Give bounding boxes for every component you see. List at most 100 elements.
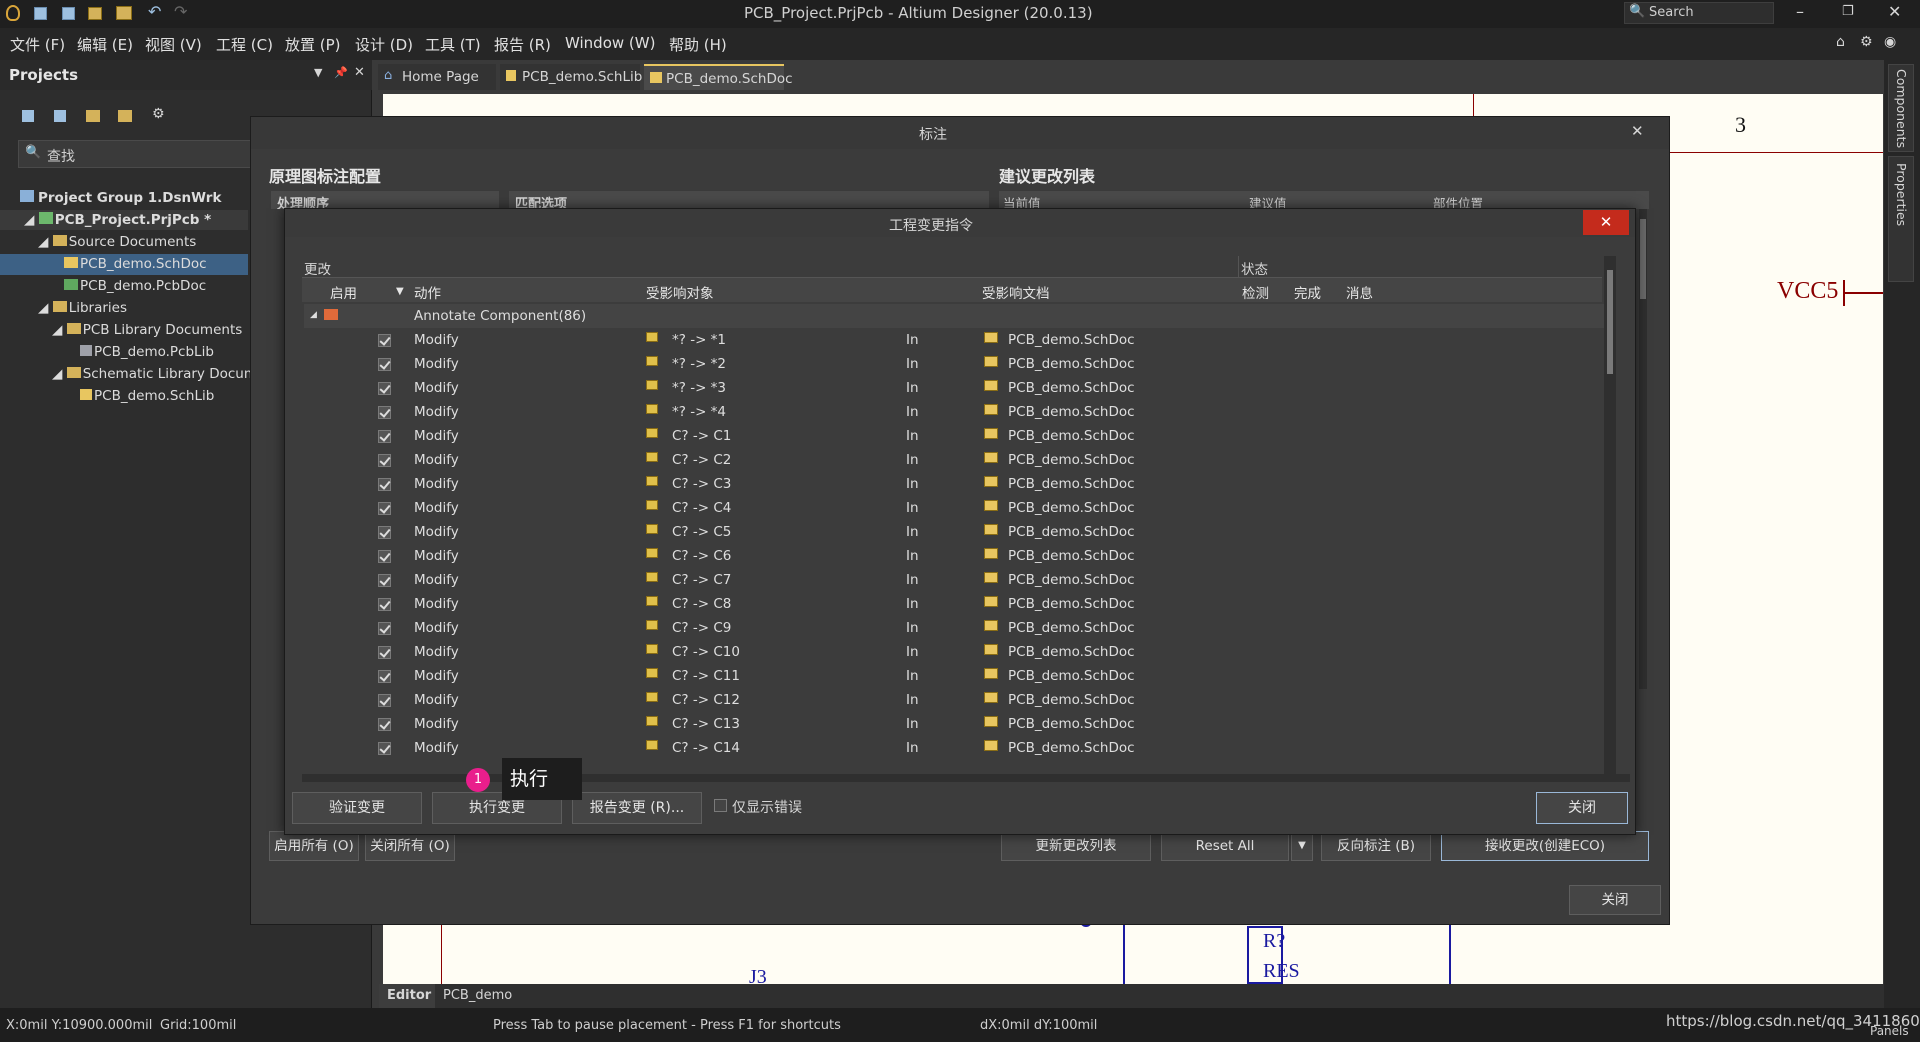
table-row[interactable]: Modify C? -> C8 In PCB_demo.SchDoc (304, 592, 1604, 616)
tree-item-libraries[interactable]: ◢ Libraries (38, 300, 127, 316)
table-row[interactable]: Modify C? -> C9 In PCB_demo.SchDoc (304, 616, 1604, 640)
menu-view[interactable]: 视图 (V) (145, 34, 202, 55)
tree-item-schlib[interactable]: PCB_demo.SchLib (80, 388, 214, 404)
tree-item-group[interactable]: Project Group 1.DsnWrk (20, 190, 221, 206)
tree-item-schlib-folder[interactable]: ◢ Schematic Library Documer (52, 366, 271, 382)
enable-checkbox[interactable] (378, 358, 391, 371)
tree-item-pcblib-folder[interactable]: ◢ PCB Library Documents (52, 322, 242, 338)
col-affected-object[interactable]: 受影响对象 (646, 282, 714, 302)
enable-checkbox[interactable] (378, 526, 391, 539)
scroll-thumb[interactable] (1607, 270, 1613, 374)
save-icon[interactable] (34, 7, 47, 20)
tree-item-source-docs[interactable]: ◢ Source Documents (38, 234, 196, 250)
redo-icon[interactable]: ↷ (174, 2, 187, 21)
table-row[interactable]: Modify C? -> C10 In PCB_demo.SchDoc (304, 640, 1604, 664)
open-file-icon[interactable] (116, 6, 132, 20)
only-errors-checkbox[interactable] (714, 799, 727, 812)
enable-checkbox[interactable] (378, 742, 391, 755)
col-check[interactable]: 检测 (1242, 282, 1269, 302)
properties-tab[interactable]: Properties (1888, 156, 1914, 282)
enable-checkbox[interactable] (378, 718, 391, 731)
enable-checkbox[interactable] (378, 694, 391, 707)
save-all-icon[interactable] (62, 7, 75, 20)
update-list-button[interactable]: 更新更改列表 (1001, 831, 1151, 861)
disable-all-button[interactable]: 关闭所有 (O) (365, 831, 455, 861)
panels-button[interactable]: Panels (1870, 1024, 1909, 1038)
table-row[interactable]: Modify C? -> C7 In PCB_demo.SchDoc (304, 568, 1604, 592)
minimize-icon[interactable]: – (1796, 2, 1804, 21)
maximize-icon[interactable]: ❐ (1842, 4, 1854, 19)
tree-item-pcbdoc[interactable]: PCB_demo.PcbDoc (64, 278, 206, 294)
scrollbar[interactable] (1639, 209, 1647, 689)
tab-schlib[interactable]: PCB_demo.SchLib (500, 64, 642, 90)
table-row[interactable]: Modify C? -> C6 In PCB_demo.SchDoc (304, 544, 1604, 568)
menu-edit[interactable]: 编辑 (E) (77, 34, 133, 55)
table-row[interactable]: Modify C? -> C14 In PCB_demo.SchDoc (304, 736, 1604, 760)
close-window-icon[interactable]: ✕ (1888, 2, 1901, 21)
menu-file[interactable]: 文件 (F) (10, 34, 65, 55)
menu-tools[interactable]: 工具 (T) (425, 34, 481, 55)
tree-item-project[interactable]: ◢ PCB_Project.PrjPcb * (24, 212, 211, 228)
menu-window[interactable]: Window (W) (565, 34, 655, 52)
home-icon[interactable]: ⌂ (1836, 34, 1845, 50)
col-message[interactable]: 消息 (1346, 282, 1373, 302)
tab-editor[interactable]: Editor (379, 984, 435, 1008)
close-icon[interactable]: ✕ (1583, 210, 1629, 235)
search-box[interactable]: 🔍 Search (1624, 2, 1774, 24)
tab-pcb-demo[interactable]: PCB_demo (443, 988, 512, 1003)
table-row[interactable]: Modify *? -> *4 In PCB_demo.SchDoc (304, 400, 1604, 424)
compile-icon[interactable] (54, 110, 66, 122)
components-tab[interactable]: Components (1888, 64, 1914, 152)
reset-all-button[interactable]: Reset All (1161, 831, 1289, 861)
menu-reports[interactable]: 报告 (R) (494, 34, 551, 55)
back-annotate-button[interactable]: 反向标注 (B) (1321, 831, 1431, 861)
table-row[interactable]: Modify C? -> C4 In PCB_demo.SchDoc (304, 496, 1604, 520)
undo-icon[interactable]: ↶ (148, 2, 161, 21)
col-affected-doc[interactable]: 受影响文档 (982, 282, 1050, 302)
pin-icon[interactable]: 📌 (334, 66, 348, 79)
table-row[interactable]: Modify C? -> C5 In PCB_demo.SchDoc (304, 520, 1604, 544)
eco-group-row[interactable]: ◢ Annotate Component(86) (304, 304, 1604, 328)
table-row[interactable]: Modify C? -> C11 In PCB_demo.SchDoc (304, 664, 1604, 688)
validate-changes-button[interactable]: 验证变更 (292, 792, 422, 824)
table-row[interactable]: Modify C? -> C13 In PCB_demo.SchDoc (304, 712, 1604, 736)
table-row[interactable]: Modify *? -> *1 In PCB_demo.SchDoc (304, 328, 1604, 352)
annotate-close-button[interactable]: 关闭 (1569, 885, 1661, 915)
save-project-icon[interactable] (22, 110, 34, 122)
enable-checkbox[interactable] (378, 550, 391, 563)
settings-icon[interactable]: ⚙ (152, 106, 165, 122)
enable-all-button[interactable]: 启用所有 (O) (269, 831, 359, 861)
tab-schdoc[interactable]: PCB_demo.SchDoc (644, 64, 793, 90)
user-icon[interactable]: ◉ (1884, 34, 1896, 50)
open-project-icon[interactable] (88, 7, 102, 20)
table-row[interactable]: Modify C? -> C1 In PCB_demo.SchDoc (304, 424, 1604, 448)
enable-checkbox[interactable] (378, 454, 391, 467)
enable-checkbox[interactable] (378, 598, 391, 611)
table-row[interactable]: Modify C? -> C2 In PCB_demo.SchDoc (304, 448, 1604, 472)
add-folder-icon[interactable] (118, 110, 132, 122)
enable-checkbox[interactable] (378, 478, 391, 491)
tree-item-schdoc[interactable]: PCB_demo.SchDoc (64, 256, 207, 272)
gear-icon[interactable]: ⚙ (1860, 34, 1873, 50)
accept-changes-button[interactable]: 接收更改(创建ECO) (1441, 831, 1649, 861)
eco-close-button[interactable]: 关闭 (1536, 792, 1628, 824)
close-icon[interactable]: ✕ (1631, 122, 1644, 140)
table-row[interactable]: Modify C? -> C12 In PCB_demo.SchDoc (304, 688, 1604, 712)
enable-checkbox[interactable] (378, 646, 391, 659)
col-action[interactable]: 动作 (414, 282, 441, 302)
menu-project[interactable]: 工程 (C) (216, 34, 273, 55)
eco-scrollbar[interactable] (1604, 256, 1616, 774)
table-row[interactable]: Modify C? -> C3 In PCB_demo.SchDoc (304, 472, 1604, 496)
menu-help[interactable]: 帮助 (H) (669, 34, 727, 55)
report-changes-button[interactable]: 报告变更 (R)... (572, 792, 702, 824)
col-done[interactable]: 完成 (1294, 282, 1321, 302)
enable-checkbox[interactable] (378, 622, 391, 635)
enable-checkbox[interactable] (378, 670, 391, 683)
enable-checkbox[interactable] (378, 574, 391, 587)
table-row[interactable]: Modify *? -> *2 In PCB_demo.SchDoc (304, 352, 1604, 376)
enable-checkbox[interactable] (378, 430, 391, 443)
panel-close-icon[interactable]: ✕ (354, 65, 365, 80)
menu-place[interactable]: 放置 (P) (285, 34, 341, 55)
enable-checkbox[interactable] (378, 382, 391, 395)
reset-dropdown-icon[interactable]: ▼ (1291, 831, 1313, 861)
